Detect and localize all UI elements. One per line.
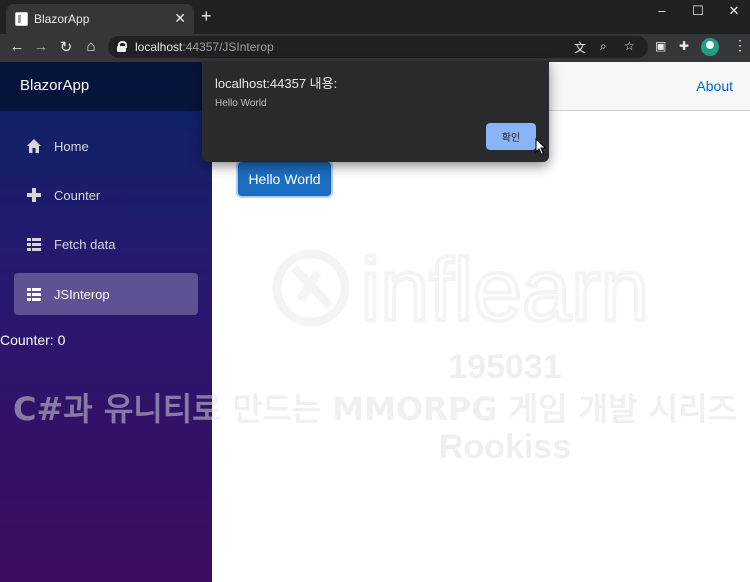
counter-text: Counter: 0 [0,332,66,348]
sidebar-item-jsinterop[interactable]: JSInterop [14,273,198,315]
back-button[interactable]: ← [8,38,26,55]
alert-ok-button[interactable]: 확인 [486,123,536,150]
puzzle-icon[interactable]: ✚ [679,39,689,53]
list-icon [27,288,41,301]
browser-tab-strip: BlazorApp ✕ + – ☐ ✕ [0,0,750,34]
extension-icon[interactable]: ▣ [655,39,666,53]
tab-close-icon[interactable]: ✕ [174,10,186,27]
browser-menu-icon[interactable]: ⋮ [733,37,747,54]
plus-icon [27,188,41,202]
hello-world-button[interactable]: Hello World [238,162,331,196]
tab-title: BlazorApp [34,12,90,26]
forward-button[interactable]: → [32,38,50,55]
zoom-icon[interactable]: ⌕ [600,39,607,54]
about-link[interactable]: About [696,78,733,94]
sidebar-item-fetch-data[interactable]: Fetch data [14,223,198,265]
alert-message: Hello World [215,98,267,109]
browser-toolbar: ← → ↻ ⌂ localhost:44357/JSInterop 文 ⌕ ☆ … [0,34,750,62]
sidebar-item-label: Home [54,139,89,154]
translate-icon[interactable]: 文 [574,39,586,56]
maximize-button[interactable]: ☐ [688,3,708,19]
sidebar-item-home[interactable]: Home [14,125,198,167]
home-icon [27,139,41,153]
lock-icon [117,41,127,52]
watermark-logo-text: inflearn [361,240,650,339]
alert-title: localhost:44357 내용: [215,76,338,91]
home-button[interactable]: ⌂ [82,38,100,55]
address-bar[interactable]: localhost:44357/JSInterop 文 ⌕ ☆ [108,36,648,58]
sidebar-item-label: JSInterop [54,287,110,302]
inflearn-logo-icon [272,249,350,327]
minimize-button[interactable]: – [652,3,672,18]
brand-title[interactable]: BlazorApp [20,77,89,94]
profile-avatar-icon[interactable] [701,38,719,56]
bookmark-star-icon[interactable]: ☆ [624,39,635,53]
list-icon [27,238,41,251]
brand-bar: BlazorApp [0,62,212,111]
page-favicon-icon [15,12,28,26]
browser-tab[interactable]: BlazorApp ✕ [6,4,194,34]
reload-button[interactable]: ↻ [57,38,75,56]
watermark-author: Rookiss [439,428,571,466]
sidebar: BlazorApp Home Counter Fetch data JSInte… [0,62,212,582]
sidebar-item-counter[interactable]: Counter [14,174,198,216]
mouse-cursor-icon [535,138,547,156]
new-tab-button[interactable]: + [201,6,212,27]
sidebar-item-label: Counter [54,188,101,203]
watermark-id: 195031 [448,348,561,386]
url-text[interactable]: localhost:44357/JSInterop [135,40,274,54]
sidebar-item-label: Fetch data [54,237,116,252]
alert-dialog: localhost:44357 내용: Hello World 확인 [202,61,549,162]
close-window-button[interactable]: ✕ [724,3,744,19]
